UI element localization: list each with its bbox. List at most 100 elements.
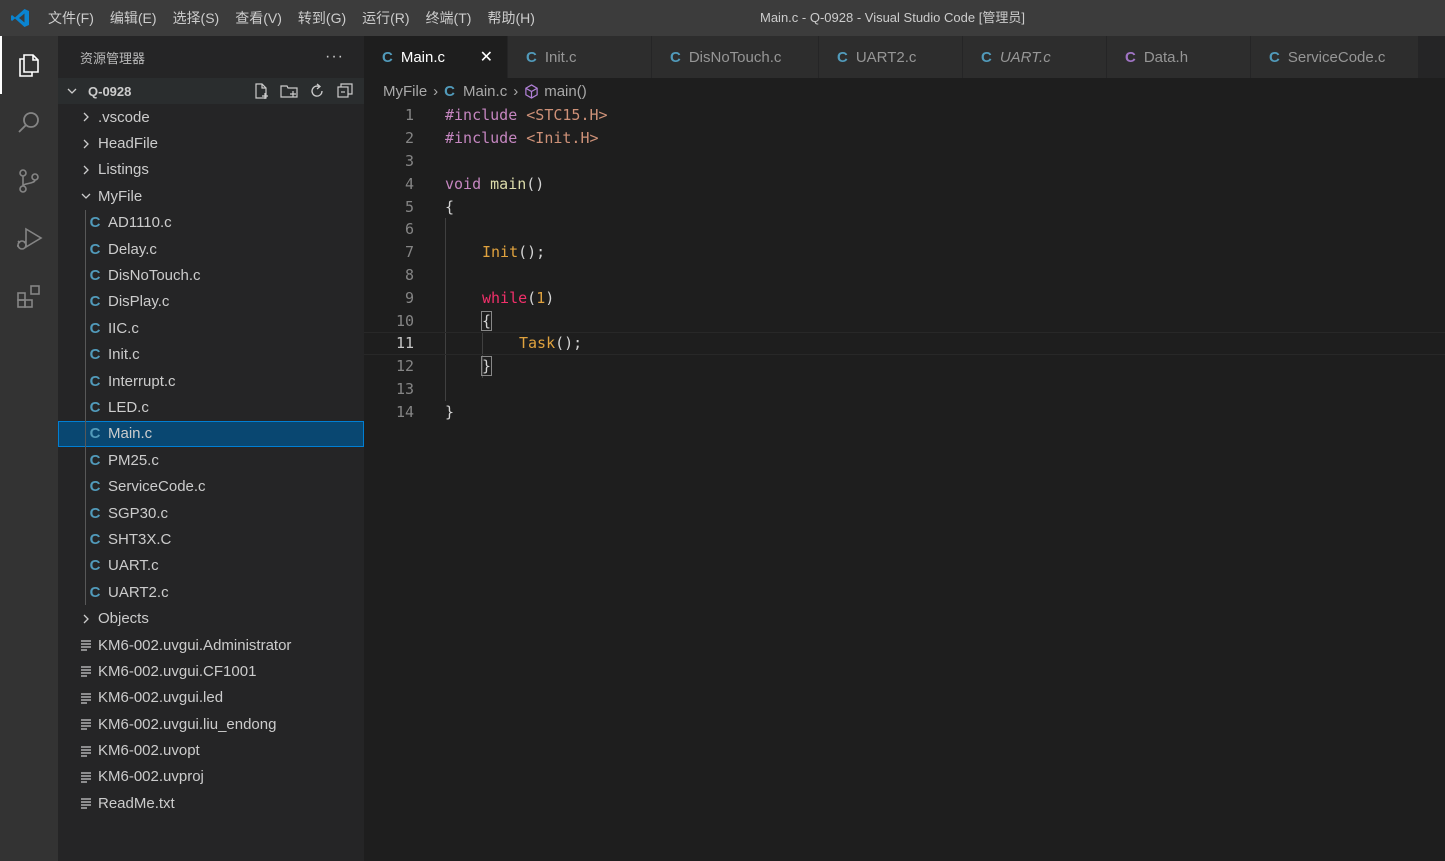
vscode-logo-icon [0, 0, 40, 36]
tree-file-init[interactable]: C Init.c [58, 341, 364, 368]
tree-file-sht3x[interactable]: C SHT3X.C [58, 526, 364, 553]
breadcrumb-folder[interactable]: MyFile [383, 83, 427, 100]
c-file-icon: C [670, 48, 681, 66]
tree-file-uvgui-led[interactable]: KM6-002.uvgui.led [58, 685, 364, 711]
tree-label: UART2.c [108, 583, 169, 601]
tree-file-display[interactable]: C DisPlay.c [58, 288, 364, 316]
tab-uart-c[interactable]: C UART.c [963, 36, 1107, 78]
activity-bar [0, 36, 58, 861]
tree-file-pm25[interactable]: C PM25.c [58, 447, 364, 474]
tree-folder-listings[interactable]: Listings [58, 157, 364, 183]
c-file-icon: C [89, 557, 101, 575]
run-debug-icon[interactable] [0, 210, 58, 268]
c-file-icon: C [981, 48, 992, 66]
c-file-icon: C [89, 293, 101, 311]
text-file-icon [80, 718, 92, 730]
h-file-icon: C [1125, 48, 1136, 66]
indent-guide [85, 526, 86, 553]
indent-guide [85, 209, 86, 236]
text-file-icon [80, 692, 92, 704]
line-number: 12 [395, 357, 414, 376]
indent-guide [85, 315, 86, 342]
tab-init-c[interactable]: C Init.c [508, 36, 652, 78]
tree-label: Main.c [108, 425, 153, 443]
tree-file-uvgui-cf1001[interactable]: KM6-002.uvgui.CF1001 [58, 658, 364, 684]
tree-file-iic[interactable]: C IIC.c [58, 315, 364, 342]
breadcrumb-symbol[interactable]: main() [544, 83, 587, 100]
workspace-root[interactable]: Q-0928 [58, 78, 364, 104]
tree-file-uvgui-liu-endong[interactable]: KM6-002.uvgui.liu_endong [58, 711, 364, 737]
tree-file-main[interactable]: C Main.c [58, 420, 364, 448]
tree-label: AD1110.c [108, 214, 172, 232]
explorer-sidebar: 资源管理器 ··· Q-0928 .vscode HeadFile Listin… [58, 36, 364, 861]
c-file-icon: C [837, 48, 848, 66]
code-editor[interactable]: 1 #include <STC15.H> 2 #include <Init.H>… [364, 104, 1445, 861]
tree-label: MyFile [98, 187, 143, 205]
code-text: } [445, 402, 455, 421]
new-folder-icon[interactable] [278, 80, 300, 102]
menu-selection[interactable]: 选择(S) [165, 0, 228, 36]
tree-file-disnotouch[interactable]: C DisNoTouch.c [58, 262, 364, 289]
tree-label: KM6-002.uvproj [98, 768, 204, 786]
new-file-icon[interactable] [250, 80, 272, 102]
explorer-actions [250, 80, 364, 102]
tree-label: KM6-002.uvgui.liu_endong [98, 715, 277, 733]
tree-folder-myfile[interactable]: MyFile [58, 183, 364, 209]
search-icon[interactable] [0, 94, 58, 152]
c-file-icon: C [89, 504, 101, 522]
tab-label: Init.c [544, 48, 577, 66]
tree-label: ServiceCode.c [108, 478, 206, 496]
tab-disnotouch-c[interactable]: C DisNoTouch.c [652, 36, 819, 78]
c-file-icon: C [382, 48, 393, 66]
menu-help[interactable]: 帮助(H) [479, 0, 542, 36]
menu-view[interactable]: 查看(V) [227, 0, 290, 36]
extensions-icon[interactable] [0, 268, 58, 326]
tree-file-readme[interactable]: ReadMe.txt [58, 790, 364, 816]
tab-main-c[interactable]: C Main.c ✕ [364, 36, 508, 78]
source-control-icon[interactable] [0, 152, 58, 210]
tree-file-delay[interactable]: C Delay.c [58, 235, 364, 263]
menu-terminal[interactable]: 终端(T) [418, 0, 480, 36]
text-file-icon [80, 665, 92, 678]
tree-label: Init.c [108, 346, 140, 364]
menu-run[interactable]: 运行(R) [354, 0, 417, 36]
close-icon[interactable]: ✕ [480, 47, 493, 67]
text-file-icon [80, 745, 92, 757]
explorer-header: 资源管理器 ··· [58, 36, 364, 78]
c-file-icon: C [89, 425, 101, 443]
indent-guide [85, 473, 86, 500]
tree-file-ad1110[interactable]: C AD1110.c [58, 209, 364, 236]
tree-folder-vscode[interactable]: .vscode [58, 104, 364, 130]
c-file-icon: C [89, 451, 101, 469]
code-line-2: 2 #include <Init.H> [364, 127, 1445, 150]
refresh-icon[interactable] [306, 80, 328, 102]
breadcrumb-file[interactable]: Main.c [463, 83, 507, 100]
tab-servicecode-c[interactable]: C ServiceCode.c [1251, 36, 1419, 78]
tab-data-h[interactable]: C Data.h [1107, 36, 1251, 78]
tree-folder-objects[interactable]: Objects [58, 605, 364, 631]
tree-file-uart[interactable]: C UART.c [58, 552, 364, 580]
line-number: 3 [404, 151, 414, 170]
menu-go[interactable]: 转到(G) [290, 0, 354, 36]
tree-file-uart2[interactable]: C UART2.c [58, 579, 364, 606]
tree-file-uvproj[interactable]: KM6-002.uvproj [58, 764, 364, 790]
collapse-all-icon[interactable] [334, 80, 356, 102]
tree-file-uvgui-administrator[interactable]: KM6-002.uvgui.Administrator [58, 632, 364, 658]
line-number: 1 [404, 106, 414, 125]
tree-file-led[interactable]: C LED.c [58, 394, 364, 421]
tree-file-sgp30[interactable]: C SGP30.c [58, 499, 364, 527]
c-file-icon: C [89, 346, 101, 364]
file-tree: .vscode HeadFile Listings MyFile C AD1110… [58, 104, 364, 817]
indent-guide [85, 235, 86, 263]
tree-folder-headfile[interactable]: HeadFile [58, 130, 364, 156]
tree-file-interrupt[interactable]: C Interrupt.c [58, 367, 364, 395]
code-text: { [445, 197, 455, 216]
code-line-9: 9 while(1) [364, 286, 1445, 309]
explorer-icon[interactable] [0, 36, 58, 94]
tree-file-servicecode[interactable]: C ServiceCode.c [58, 473, 364, 500]
tree-file-uvopt[interactable]: KM6-002.uvopt [58, 737, 364, 763]
tab-uart2-c[interactable]: C UART2.c [819, 36, 963, 78]
menu-file[interactable]: 文件(F) [40, 0, 102, 36]
menu-edit[interactable]: 编辑(E) [102, 0, 165, 36]
more-actions-icon[interactable]: ··· [325, 48, 344, 66]
